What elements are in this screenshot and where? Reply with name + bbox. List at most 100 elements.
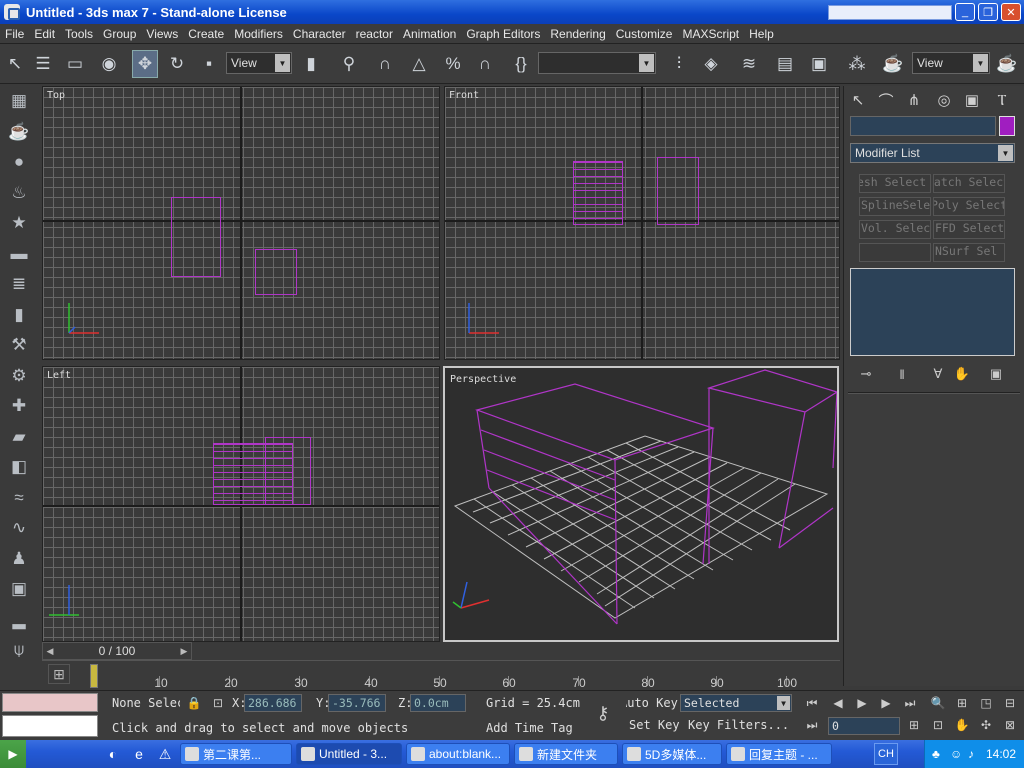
configure-modifier-sets-icon[interactable]: ▣	[986, 365, 1006, 383]
maxscript-listener-pink[interactable]	[2, 693, 98, 712]
box-object[interactable]	[171, 197, 221, 277]
chevron-right-icon[interactable]: ▶	[178, 644, 190, 658]
menu-customize[interactable]: Customize	[611, 27, 678, 41]
window-crossing-icon[interactable]: ◉	[96, 50, 122, 78]
coord-x-field[interactable]: 286.686	[244, 694, 302, 712]
wave-icon[interactable]: ∿	[0, 513, 38, 544]
set-key-icon[interactable]: ⚷	[588, 701, 618, 725]
render-scene-icon[interactable]: ☕	[880, 50, 906, 78]
teapot-icon[interactable]: ☕	[0, 117, 38, 148]
open-mini-curve-editor-icon[interactable]: ⊞	[48, 664, 70, 684]
rotate-icon[interactable]: ↻	[164, 50, 190, 78]
taskbar-item[interactable]: 第二课第...	[180, 743, 292, 765]
coord-y-field[interactable]: -35.766	[328, 694, 386, 712]
menu-modifiers[interactable]: Modifiers	[229, 27, 288, 41]
menu-help[interactable]: Help	[744, 27, 779, 41]
track-bar[interactable]: 10 20 30 40 50 60 70 80 90 100	[42, 660, 840, 690]
zoom-extents-icon[interactable]: ◳	[976, 694, 996, 712]
menu-tools[interactable]: Tools	[60, 27, 98, 41]
menu-edit[interactable]: Edit	[29, 27, 60, 41]
time-configuration-icon[interactable]: ⊞	[904, 716, 924, 734]
modifier-list-select[interactable]: Modifier List ▼	[850, 143, 1015, 163]
taskbar-item[interactable]: 新建文件夹	[514, 743, 618, 765]
show-desktop-icon[interactable]: ◐	[102, 743, 124, 765]
spinner-snap-icon[interactable]: ∩	[472, 50, 498, 78]
select-icon[interactable]: ↖	[2, 50, 28, 78]
poly-select-button[interactable]: Poly Select	[933, 197, 1005, 216]
menu-graph-editors[interactable]: Graph Editors	[461, 27, 545, 41]
volume-icon[interactable]: ♪	[968, 747, 982, 761]
region-zoom-icon[interactable]: ⊡	[928, 716, 948, 734]
arc-rotate-icon[interactable]: ✣	[976, 716, 996, 734]
object-name-field[interactable]	[850, 116, 996, 136]
menu-character[interactable]: Character	[288, 27, 351, 41]
pin-stack-icon[interactable]: ⊸	[856, 365, 876, 383]
taskbar-item[interactable]: about:blank...	[406, 743, 510, 765]
cylinder-icon[interactable]: ▮	[0, 300, 38, 331]
move-icon[interactable]: ✥	[132, 50, 158, 78]
render-type-select[interactable]: View ▼	[912, 52, 990, 74]
quick-render-icon[interactable]: ☕	[994, 50, 1020, 78]
mesh-select-button[interactable]: Mesh Select	[859, 174, 931, 193]
angle-snap-icon[interactable]: △	[406, 50, 432, 78]
sphere-icon[interactable]: ●	[0, 147, 38, 178]
pan-icon[interactable]: ✋	[952, 716, 972, 734]
display-tab-icon[interactable]: ▣	[960, 88, 984, 112]
snap-toggle-icon[interactable]: ∩	[372, 50, 398, 78]
patch-select-button[interactable]: Patch Select	[933, 174, 1005, 193]
show-end-result-icon[interactable]: ‖	[892, 365, 912, 383]
tray-icon[interactable]: ♣	[932, 747, 946, 761]
set-key-button[interactable]: Set Key	[629, 718, 680, 732]
modify-tab-icon[interactable]: ⌒	[874, 88, 898, 112]
scale-icon[interactable]: ▪	[196, 50, 222, 78]
taskbar-item[interactable]: 5D多媒体...	[622, 743, 722, 765]
cloth-icon[interactable]: ▰	[0, 422, 38, 453]
min-max-toggle-icon[interactable]: ⊠	[1000, 716, 1020, 734]
percent-snap-icon[interactable]: %	[440, 50, 466, 78]
play-icon[interactable]: ▶	[852, 694, 872, 712]
chevron-left-icon[interactable]: ◀	[44, 644, 56, 658]
menu-file[interactable]: File	[0, 27, 29, 41]
create-tab-icon[interactable]: ↖	[846, 88, 870, 112]
next-frame-icon[interactable]: ▶	[876, 694, 896, 712]
remove-modifier-icon[interactable]: ✋	[952, 365, 972, 383]
coord-z-field[interactable]: 0.0cm	[410, 694, 466, 712]
align-icon[interactable]: ◈	[698, 50, 724, 78]
add-time-tag-button[interactable]: Add Time Tag	[486, 721, 573, 735]
zoom-extents-all-icon[interactable]: ⊟	[1000, 694, 1020, 712]
utilities-tab-icon[interactable]: Ⲧ	[990, 88, 1014, 112]
menu-views[interactable]: Views	[141, 27, 183, 41]
minimize-icon[interactable]: _	[955, 3, 975, 21]
menu-animation[interactable]: Animation	[398, 27, 461, 41]
layer-manager-icon[interactable]: ≋	[736, 50, 762, 78]
key-mode-toggle-icon[interactable]: ⏭	[802, 716, 822, 734]
title-search-box[interactable]	[828, 5, 952, 20]
key-mode-select[interactable]: Selected ▼	[680, 694, 792, 712]
select-manipulate-icon[interactable]: ⚲	[336, 50, 362, 78]
menu-reactor[interactable]: reactor	[351, 27, 398, 41]
close-icon[interactable]: ✕	[1001, 3, 1021, 21]
auto-key-button[interactable]: Auto Key	[626, 696, 680, 710]
make-unique-icon[interactable]: ∀	[928, 365, 948, 383]
menu-group[interactable]: Group	[98, 27, 141, 41]
language-indicator[interactable]: CH	[874, 743, 898, 765]
current-frame-field[interactable]: 0	[828, 717, 900, 735]
named-selection-set-select[interactable]: ▼	[538, 52, 656, 74]
zoom-all-icon[interactable]: ⊞	[952, 694, 972, 712]
viewport-perspective[interactable]: Perspective	[443, 366, 839, 642]
pivot-center-icon[interactable]: ▮	[298, 50, 324, 78]
car-icon[interactable]: ▂	[0, 605, 38, 636]
box-object[interactable]	[255, 249, 297, 295]
edit-named-selection-icon[interactable]: {}	[508, 50, 534, 78]
light-icon[interactable]: ♨	[0, 178, 38, 209]
spline-select-button[interactable]: SplineSelect	[859, 197, 931, 216]
taskbar-item-active[interactable]: Untitled - 3...	[296, 743, 402, 765]
vol-select-button[interactable]: Vol. Select	[859, 220, 931, 239]
taskbar-item[interactable]: 回复主题 - ...	[726, 743, 832, 765]
plane-icon[interactable]: ▬	[0, 239, 38, 270]
viewport-front[interactable]: Front	[444, 86, 840, 360]
box-object[interactable]	[657, 157, 699, 225]
water-icon[interactable]: ≈	[0, 483, 38, 514]
box-object[interactable]	[265, 437, 311, 505]
biped-icon[interactable]: ♟	[0, 544, 38, 575]
